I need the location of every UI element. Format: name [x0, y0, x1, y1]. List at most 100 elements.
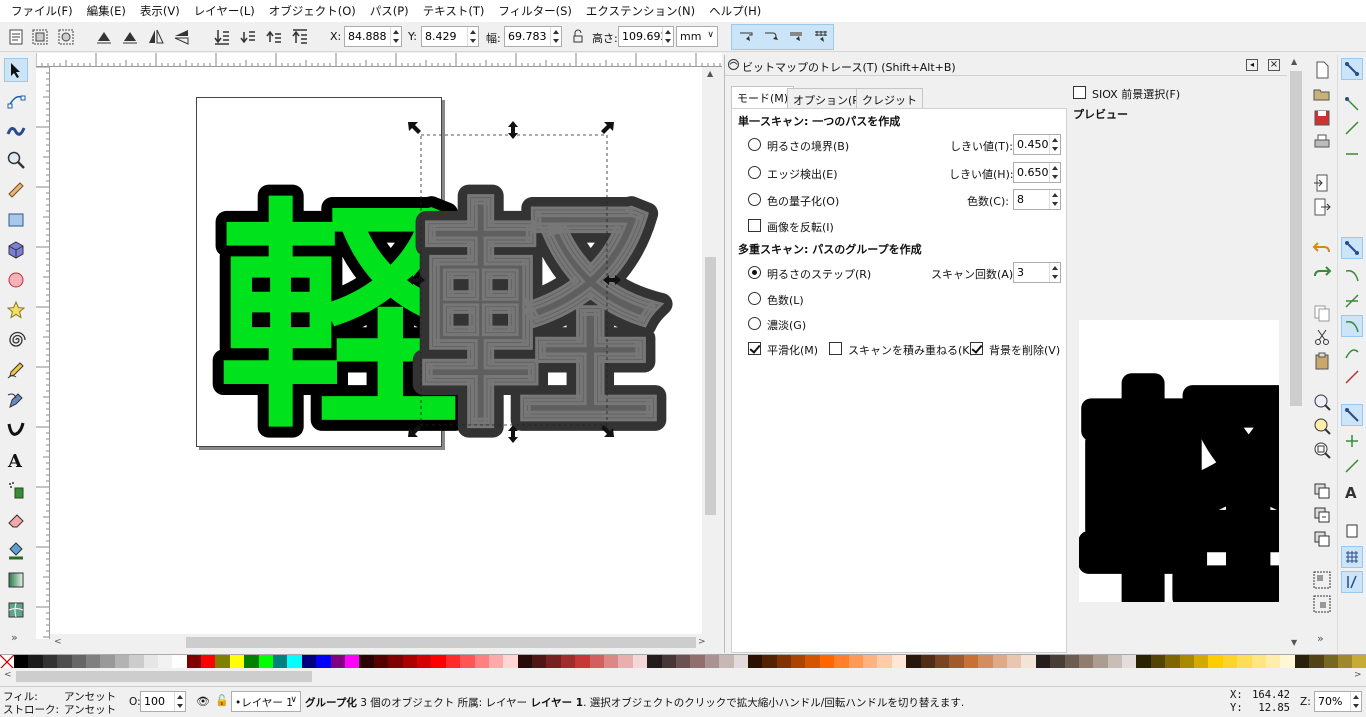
palette-swatch[interactable] — [503, 655, 518, 669]
brightness-cutoff-label[interactable]: 明るさの境界(B) — [767, 138, 849, 154]
palette-swatch[interactable] — [71, 655, 86, 669]
palette-swatch[interactable] — [100, 655, 115, 669]
colors-multi-label[interactable]: 色数(L) — [767, 292, 804, 308]
dock-icon[interactable]: ◂ — [1246, 59, 1258, 71]
lock-icon[interactable]: 🔓 — [215, 694, 229, 707]
horizontal-ruler[interactable] — [36, 53, 722, 67]
snap-grid-icon[interactable] — [1341, 546, 1363, 568]
palette-swatch[interactable] — [935, 655, 950, 669]
copy-icon[interactable] — [1312, 303, 1332, 323]
palette-swatch[interactable] — [388, 655, 403, 669]
menu-view[interactable]: 表示(V) — [133, 3, 187, 19]
palette-scrollbar[interactable]: < > — [0, 668, 1366, 686]
height-input[interactable] — [619, 27, 663, 46]
pen-tool[interactable] — [4, 388, 28, 412]
clone-icon[interactable] — [1312, 505, 1332, 525]
layer-select[interactable]: •レイヤー 1 ∨ — [231, 691, 301, 712]
zoom-page-icon[interactable] — [1312, 440, 1332, 460]
menu-filters[interactable]: フィルター(S) — [491, 3, 579, 19]
snap-others-icon[interactable] — [1341, 404, 1363, 426]
palette-swatch[interactable] — [287, 655, 302, 669]
palette-swatch[interactable] — [834, 655, 849, 669]
snap-intersection-icon[interactable] — [1341, 290, 1363, 312]
palette-swatch[interactable] — [273, 655, 288, 669]
select-all-icon[interactable] — [6, 27, 26, 47]
unlink-clone-icon[interactable] — [1312, 529, 1332, 549]
new-document-icon[interactable] — [1312, 60, 1332, 80]
colors-spinner[interactable] — [1013, 189, 1061, 210]
group-icon[interactable] — [1312, 570, 1332, 590]
opacity-spinner[interactable] — [140, 691, 186, 712]
threshold-spinner-1[interactable] — [1013, 134, 1061, 155]
snap-guide-icon[interactable] — [1341, 571, 1363, 593]
siox-label[interactable]: SIOX 前景選択(F) — [1092, 86, 1180, 102]
palette-swatch[interactable] — [186, 655, 202, 669]
palette-swatch[interactable] — [920, 655, 935, 669]
zoom-input[interactable] — [1315, 692, 1351, 711]
snap-center-icon[interactable] — [1341, 430, 1363, 452]
export-icon[interactable] — [1312, 197, 1332, 217]
palette-swatch[interactable] — [114, 655, 130, 669]
traced-group[interactable]: 軽 軽 — [407, 168, 673, 472]
vertical-ruler[interactable] — [36, 67, 50, 639]
palette-swatch[interactable] — [201, 655, 216, 669]
duplicate-icon[interactable] — [1312, 481, 1332, 501]
siox-checkbox[interactable] — [1073, 86, 1086, 99]
palette-swatch[interactable] — [1064, 655, 1079, 669]
scroll-up-icon[interactable]: ▲ — [1291, 57, 1297, 66]
grays-radio[interactable] — [748, 317, 761, 330]
threshold-spinner-2[interactable] — [1013, 162, 1061, 183]
handle-top[interactable] — [508, 121, 518, 139]
transform-gradients-icon[interactable] — [786, 27, 806, 47]
flip-horizontal-icon[interactable] — [146, 27, 166, 47]
invert-image-label[interactable]: 画像を反転(I) — [767, 219, 834, 235]
palette-swatch[interactable] — [85, 655, 101, 669]
palette-swatch[interactable] — [1194, 655, 1209, 669]
snap-page-border-icon[interactable] — [1341, 520, 1363, 542]
print-icon[interactable] — [1312, 132, 1332, 152]
palette-swatch[interactable] — [301, 655, 317, 669]
edge-detection-radio[interactable] — [748, 166, 761, 179]
palette-swatch[interactable] — [316, 655, 331, 669]
rotate-ccw-icon[interactable] — [94, 27, 114, 47]
tab-credits[interactable]: クレジット — [856, 88, 923, 108]
palette-swatch[interactable] — [445, 655, 461, 669]
palette-swatch[interactable] — [762, 655, 777, 669]
remove-background-label[interactable]: 背景を削除(V) — [989, 342, 1060, 358]
text-tool[interactable]: A — [4, 448, 28, 472]
palette-swatch[interactable] — [618, 655, 633, 669]
palette-swatch[interactable] — [1021, 655, 1036, 669]
y-input[interactable] — [422, 27, 468, 46]
palette-swatch[interactable] — [1237, 655, 1252, 669]
palette-swatch[interactable] — [157, 655, 173, 669]
palette-swatch[interactable] — [632, 655, 648, 669]
palette-swatch[interactable] — [733, 655, 748, 669]
stack-scans-label[interactable]: スキャンを積み重ねる(K) — [848, 342, 974, 358]
deselect-icon[interactable] — [56, 27, 76, 47]
x-input[interactable] — [345, 27, 391, 46]
zoom-drawing-icon[interactable] — [1312, 416, 1332, 436]
menu-path[interactable]: パス(P) — [363, 3, 416, 19]
scans-input[interactable] — [1014, 263, 1050, 282]
unit-select[interactable]: mm ∨ — [676, 26, 718, 47]
star-tool[interactable] — [4, 298, 28, 322]
menu-help[interactable]: ヘルプ(H) — [702, 3, 768, 19]
palette-swatch[interactable] — [344, 655, 360, 669]
scroll-right-icon[interactable]: > — [698, 637, 706, 647]
remove-background-checkbox[interactable] — [970, 342, 983, 355]
palette-swatch[interactable] — [1035, 655, 1051, 669]
snap-rotation-center-icon[interactable] — [1341, 455, 1363, 477]
dialog-scrollbar[interactable]: ▲ ▼ — [1287, 55, 1305, 653]
color-quantization-label[interactable]: 色の量子化(O) — [767, 193, 839, 209]
redo-icon[interactable] — [1312, 262, 1332, 282]
palette-swatch[interactable] — [488, 655, 504, 669]
scans-spinner[interactable] — [1013, 262, 1061, 283]
palette-swatch[interactable] — [704, 655, 720, 669]
menu-extensions[interactable]: エクステンション(N) — [579, 3, 702, 19]
open-folder-icon[interactable] — [1312, 84, 1332, 104]
3d-box-tool[interactable] — [4, 238, 28, 262]
palette-swatch[interactable] — [474, 655, 489, 669]
snap-bbox-corner-icon[interactable] — [1341, 143, 1363, 165]
colors-radio[interactable] — [748, 292, 761, 305]
eraser-tool[interactable] — [4, 508, 28, 532]
